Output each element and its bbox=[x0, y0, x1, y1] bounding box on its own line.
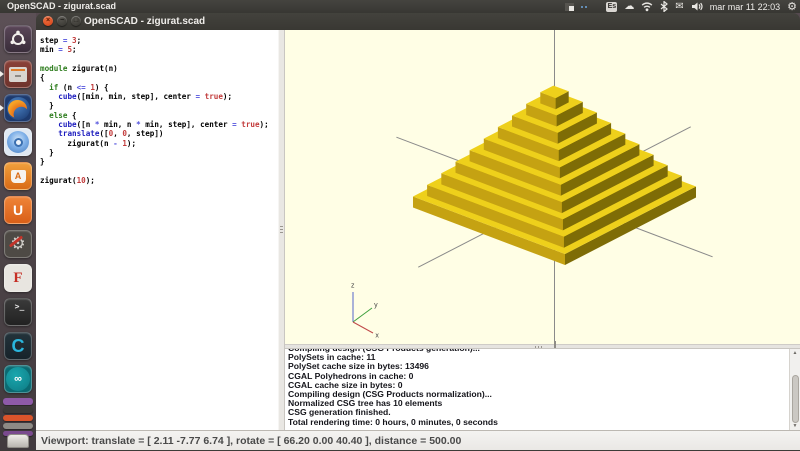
cloud-sync-icon[interactable]: ☁ bbox=[624, 0, 634, 13]
window-titlebar[interactable]: × − □ OpenSCAD - zigurat.scad bbox=[36, 13, 800, 30]
volume-icon[interactable] bbox=[691, 1, 703, 12]
launcher-item-dash-home[interactable] bbox=[4, 25, 32, 53]
code-line: min = 5; bbox=[40, 45, 278, 54]
viewport-status-text: Viewport: translate = [ 2.11 -7.77 6.74 … bbox=[41, 431, 461, 451]
console-output: Compiling design (CSG Products generatio… bbox=[288, 348, 788, 427]
top-panel: OpenSCAD - zigurat.scad Es ☁ ✉ mar mar 1… bbox=[0, 0, 800, 13]
console-scrollbar[interactable]: ▲ ▼ bbox=[789, 349, 800, 430]
splitter-handle bbox=[280, 226, 283, 235]
code-line: zigurat(n - 1); bbox=[40, 139, 278, 148]
scroll-down-icon[interactable]: ▼ bbox=[790, 422, 800, 430]
launcher-item-files[interactable] bbox=[4, 60, 32, 88]
launcher-item-c-ide[interactable]: C bbox=[4, 332, 32, 360]
console-line: Total rendering time: 0 hours, 0 minutes… bbox=[288, 418, 788, 427]
launcher-item-arduino[interactable]: ∞ bbox=[4, 365, 32, 393]
editor-view-splitter[interactable] bbox=[278, 30, 285, 430]
code-line: } bbox=[40, 101, 278, 110]
session-gear-icon[interactable]: ⚙ bbox=[787, 0, 797, 13]
status-bar: Viewport: translate = [ 2.11 -7.77 6.74 … bbox=[36, 430, 800, 450]
launcher-stacked-app[interactable] bbox=[3, 423, 33, 429]
close-button[interactable]: × bbox=[43, 16, 53, 26]
software-center-icon: A bbox=[11, 170, 26, 183]
freecad-icon: F bbox=[13, 270, 22, 287]
notification-dots-icon bbox=[581, 6, 587, 8]
system-tray: Es ☁ ✉ mar mar 11 22:03 ⚙ bbox=[565, 0, 797, 13]
arduino-icon: ∞ bbox=[6, 367, 30, 391]
launcher-item-terminal[interactable]: >_ bbox=[4, 298, 32, 326]
console-pane[interactable]: Compiling design (CSG Products generatio… bbox=[285, 348, 800, 430]
launcher-item-firefox[interactable] bbox=[4, 94, 32, 122]
launcher-item-system-settings[interactable]: ⚙ bbox=[4, 230, 32, 258]
svg-text:y: y bbox=[374, 302, 378, 309]
desktop: OpenSCAD - zigurat.scad Es ☁ ✉ mar mar 1… bbox=[0, 0, 800, 450]
scroll-up-icon[interactable]: ▲ bbox=[790, 349, 800, 358]
code-line: else { bbox=[40, 111, 278, 120]
ziggurat-render: z y x bbox=[285, 30, 800, 344]
c-ide-icon: C bbox=[12, 336, 25, 357]
svg-text:z: z bbox=[351, 282, 355, 289]
chromium-icon bbox=[7, 131, 29, 153]
terminal-icon: >_ bbox=[15, 302, 25, 311]
code-line bbox=[40, 167, 278, 176]
ubuntu-logo-icon bbox=[9, 30, 27, 48]
code-line: } bbox=[40, 148, 278, 157]
code-line: translate([0, 0, step]) bbox=[40, 129, 278, 138]
clock[interactable]: mar mar 11 22:03 bbox=[710, 2, 780, 12]
launcher-item-software-center[interactable]: A bbox=[4, 162, 32, 190]
scrollbar-thumb[interactable] bbox=[792, 375, 799, 423]
wifi-icon[interactable] bbox=[641, 1, 653, 12]
launcher-stacked-app[interactable] bbox=[3, 415, 33, 421]
code-line: zigurat(10); bbox=[40, 176, 278, 185]
mail-icon[interactable]: ✉ bbox=[675, 0, 683, 13]
code-line bbox=[40, 55, 278, 64]
code-line: step = 3; bbox=[40, 36, 278, 45]
launcher: A U ⚙ F ⚙ >_ C ∞ bbox=[0, 13, 36, 450]
ubuntu-one-icon: U bbox=[13, 202, 23, 218]
code-editor[interactable]: step = 3;min = 5; module zigurat(n){ if (… bbox=[36, 30, 278, 430]
code-line: } bbox=[40, 157, 278, 166]
code-line: cube([min, min, step], center = true); bbox=[40, 92, 278, 101]
launcher-stacked-app[interactable] bbox=[3, 398, 33, 405]
window-indicator-icon[interactable] bbox=[565, 3, 574, 11]
launcher-item-trash[interactable] bbox=[7, 434, 29, 448]
code-line: cube([n * min, n * min, step], center = … bbox=[40, 120, 278, 129]
launcher-item-freecad[interactable]: F ⚙ bbox=[4, 264, 32, 292]
code-line: { bbox=[40, 73, 278, 82]
viewport-3d[interactable]: z y x bbox=[285, 30, 800, 344]
window-title: OpenSCAD - zigurat.scad bbox=[84, 13, 205, 30]
launcher-item-chromium[interactable] bbox=[4, 128, 32, 156]
bluetooth-icon[interactable] bbox=[660, 1, 668, 12]
keyboard-layout-indicator[interactable]: Es bbox=[606, 2, 617, 12]
launcher-stacked-app[interactable] bbox=[3, 407, 33, 413]
code-line: if (n <= 1) { bbox=[40, 83, 278, 92]
launcher-item-ubuntu-one[interactable]: U bbox=[4, 196, 32, 224]
files-icon bbox=[9, 67, 27, 82]
maximize-button[interactable]: □ bbox=[71, 16, 81, 26]
svg-text:x: x bbox=[375, 332, 379, 339]
minimize-button[interactable]: − bbox=[57, 16, 67, 26]
code-line: module zigurat(n) bbox=[40, 64, 278, 73]
panel-app-title: OpenSCAD - zigurat.scad bbox=[7, 0, 116, 13]
firefox-icon bbox=[7, 97, 30, 120]
freecad-gear-icon: ⚙ bbox=[30, 267, 32, 278]
